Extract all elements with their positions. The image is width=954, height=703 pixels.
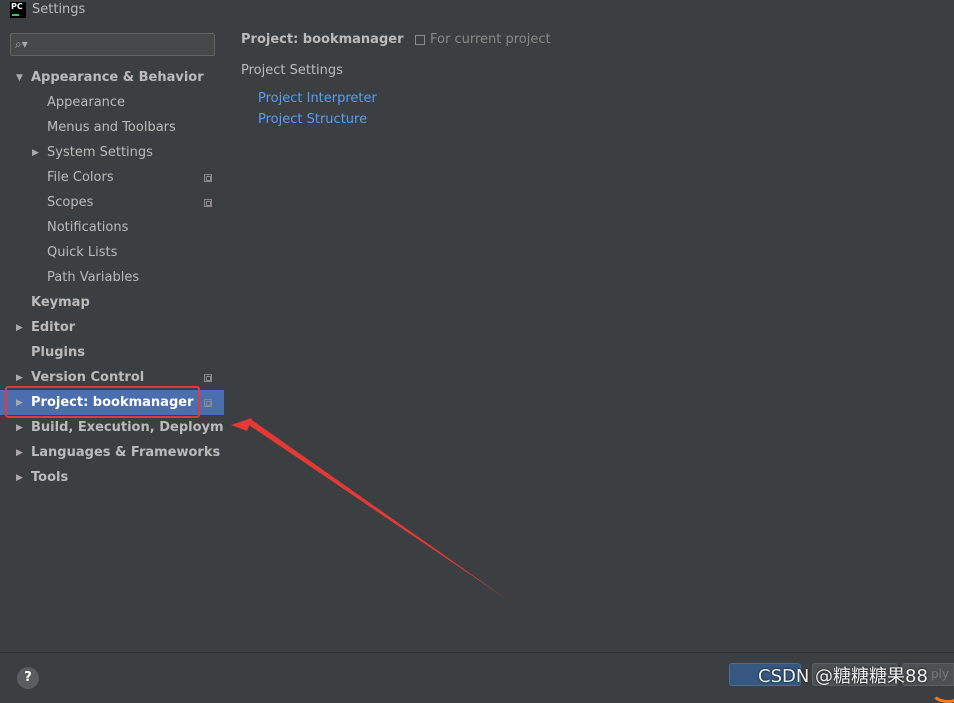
tree-item-system-settings[interactable]: ▶ System Settings (0, 140, 224, 165)
tree-item-label: Languages & Frameworks (31, 445, 221, 460)
tree-item-tools[interactable]: ▶ Tools (0, 465, 224, 490)
tree-item-label: System Settings (47, 145, 153, 160)
tree-item-label: Editor (31, 320, 76, 335)
expanded-arrow-icon[interactable]: ▼ (16, 73, 23, 83)
tree-item-label: Appearance (47, 95, 126, 110)
tree-item-label: Project: bookmanager (31, 395, 194, 410)
collapsed-arrow-icon[interactable]: ▶ (16, 323, 23, 333)
tree-item-label: Quick Lists (47, 245, 118, 260)
tree-item-plugins[interactable]: Plugins (0, 340, 224, 365)
collapsed-arrow-icon[interactable]: ▶ (16, 448, 23, 458)
tree-item-label: Menus and Toolbars (47, 120, 176, 135)
window-title: Settings (32, 2, 86, 17)
collapsed-arrow-icon[interactable]: ▶ (16, 373, 23, 383)
tree-item-quick-lists[interactable]: Quick Lists (0, 240, 224, 265)
tree-item-label: Notifications (47, 220, 129, 235)
scope-note: For current project (415, 32, 551, 47)
tree-item-appearance[interactable]: Appearance (0, 90, 224, 115)
project-scope-icon (204, 373, 212, 382)
title-bar: PC Settings (0, 0, 954, 22)
tree-item-path-variables[interactable]: Path Variables (0, 265, 224, 290)
tree-item-menus-toolbars[interactable]: Menus and Toolbars (0, 115, 224, 140)
pycharm-app-icon: PC (10, 2, 26, 18)
page-title: Project: bookmanager (241, 32, 404, 47)
help-button[interactable]: ? (17, 667, 39, 689)
search-icon: ⌕▾ (15, 37, 28, 51)
tree-item-version-control[interactable]: ▶ Version Control (0, 365, 224, 390)
collapsed-arrow-icon[interactable]: ▶ (32, 148, 39, 158)
app-icon-text: PC (11, 2, 23, 11)
section-heading: Project Settings (241, 63, 343, 78)
settings-content-panel: Project: bookmanager For current project… (224, 22, 954, 652)
tree-item-project-bookmanager[interactable]: ▶ Project: bookmanager (0, 390, 224, 415)
tree-item-file-colors[interactable]: File Colors (0, 165, 224, 190)
tree-item-label: Appearance & Behavior (31, 70, 204, 85)
dialog-footer: ? ply CSDN @糖糖糖果88 (0, 652, 954, 703)
tree-item-label: Scopes (47, 195, 94, 210)
tree-item-notifications[interactable]: Notifications (0, 215, 224, 240)
project-scope-icon (204, 198, 212, 207)
settings-sidebar: ⌕▾ ▼ Appearance & Behavior Appearance Me… (0, 22, 248, 652)
collapsed-arrow-icon[interactable]: ▶ (16, 473, 23, 483)
tree-item-keymap[interactable]: Keymap (0, 290, 224, 315)
project-scope-icon (204, 398, 212, 407)
search-input[interactable]: ⌕▾ (10, 33, 215, 56)
tree-item-label: Path Variables (47, 270, 140, 285)
tree-item-label: Keymap (31, 295, 90, 310)
tree-item-label: Version Control (31, 370, 145, 385)
collapsed-arrow-icon[interactable]: ▶ (16, 398, 23, 408)
tree-item-build-execution-deployment[interactable]: ▶ Build, Execution, Deployment (0, 415, 248, 440)
tree-item-label: Build, Execution, Deployment (31, 420, 248, 435)
watermark-text: CSDN @糖糖糖果88 (758, 666, 928, 687)
project-scope-icon (204, 173, 212, 182)
tree-item-scopes[interactable]: Scopes (0, 190, 224, 215)
tree-item-editor[interactable]: ▶ Editor (0, 315, 224, 340)
tree-item-languages-frameworks[interactable]: ▶ Languages & Frameworks (0, 440, 224, 465)
scope-note-text: For current project (430, 32, 551, 47)
project-structure-link[interactable]: Project Structure (258, 112, 367, 127)
collapsed-arrow-icon[interactable]: ▶ (16, 423, 23, 433)
tree-item-label: File Colors (47, 170, 114, 185)
project-scope-icon (415, 34, 425, 45)
tree-item-label: Tools (31, 470, 69, 485)
orange-annotation-mark (930, 677, 954, 703)
project-interpreter-link[interactable]: Project Interpreter (258, 91, 377, 106)
tree-item-label: Plugins (31, 345, 85, 360)
tree-item-appearance-behavior[interactable]: ▼ Appearance & Behavior (0, 65, 224, 90)
